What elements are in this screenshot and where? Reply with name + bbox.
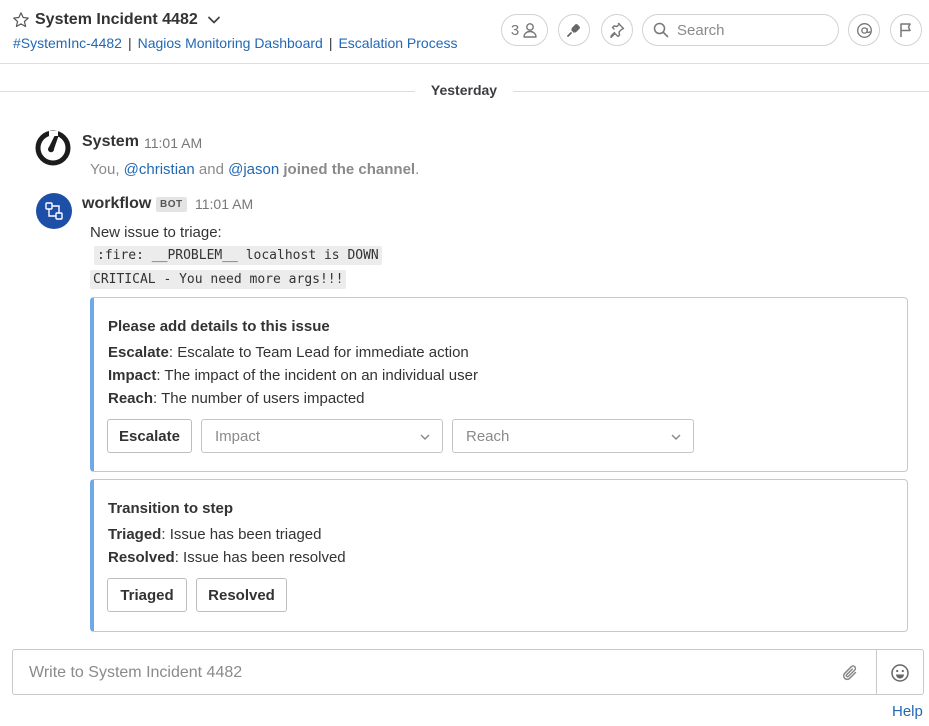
date-separator-label: Yesterday — [430, 82, 498, 98]
field-impact: Impact: The impact of the incident on an… — [108, 367, 478, 384]
post-timestamp[interactable]: 11:01 AM — [144, 135, 202, 151]
escalate-button[interactable]: Escalate — [107, 419, 192, 453]
workflow-message-intro: New issue to triage: — [90, 224, 222, 241]
bot-badge: BOT — [156, 197, 187, 212]
field-name: Escalate — [108, 344, 169, 361]
separator-line — [513, 91, 929, 92]
emoji-icon[interactable] — [890, 663, 910, 683]
resolved-button[interactable]: Resolved — [196, 578, 287, 612]
member-count: 3 — [510, 21, 520, 39]
triaged-button[interactable]: Triaged — [107, 578, 187, 612]
mention-christian[interactable]: @christian — [124, 161, 195, 178]
header-link-nagios[interactable]: Nagios Monitoring Dashboard — [138, 35, 323, 51]
system-avatar[interactable] — [35, 130, 71, 166]
favorite-star-icon[interactable] — [12, 11, 30, 29]
attachment-add-details: Please add details to this issue Escalat… — [90, 297, 908, 472]
post-author-workflow[interactable]: workflow — [82, 195, 151, 213]
composer-placeholder: Write to System Incident 4482 — [29, 664, 243, 681]
paperclip-icon[interactable] — [841, 663, 861, 683]
integrations-button[interactable] — [558, 14, 590, 46]
field-resolved: Resolved: Issue has been resolved — [108, 549, 346, 566]
channel-header: System Incident 4482 #SystemInc-4482 | N… — [0, 0, 929, 64]
field-text: : The impact of the incident on an indiv… — [156, 367, 478, 384]
channel-title-row: System Incident 4482 — [12, 10, 221, 30]
field-text: : The number of users impacted — [153, 390, 365, 407]
field-text: : Issue has been triaged — [161, 526, 322, 543]
workflow-avatar[interactable] — [36, 193, 72, 229]
flag-icon — [898, 22, 914, 38]
system-msg-and: and — [198, 161, 224, 178]
at-mention-icon — [856, 22, 873, 39]
search-input[interactable]: Search — [642, 14, 839, 46]
field-name: Impact — [108, 367, 157, 384]
date-separator: Yesterday — [0, 80, 929, 104]
impact-select-placeholder: Impact — [215, 427, 261, 445]
system-msg-joined: joined the channel — [283, 161, 416, 178]
field-text: : Escalate to Team Lead for immediate ac… — [168, 344, 469, 361]
system-message: You, @christian and @jason joined the ch… — [90, 161, 419, 178]
recent-mentions-button[interactable] — [848, 14, 880, 46]
post-timestamp[interactable]: 11:01 AM — [195, 196, 253, 212]
member-list-button[interactable]: 3 — [501, 14, 548, 46]
mention-jason[interactable]: @jason — [228, 161, 279, 178]
search-icon — [653, 22, 669, 38]
field-name: Triaged — [108, 526, 162, 543]
field-name: Reach — [108, 390, 154, 407]
impact-select[interactable]: Impact — [201, 419, 443, 453]
system-msg-prefix: You, — [90, 161, 120, 178]
composer-divider — [876, 650, 877, 694]
saved-messages-button[interactable] — [890, 14, 922, 46]
post-author-system[interactable]: System — [82, 133, 139, 151]
header-link-escalation[interactable]: Escalation Process — [338, 35, 457, 51]
chevron-down-icon — [670, 431, 682, 443]
channel-header-links: #SystemInc-4482 | Nagios Monitoring Dash… — [13, 35, 458, 51]
link-separator: | — [328, 35, 333, 51]
member-icon — [522, 22, 538, 38]
search-placeholder: Search — [677, 21, 725, 39]
message-composer[interactable]: Write to System Incident 4482 — [12, 649, 924, 695]
plug-icon — [565, 21, 583, 39]
chevron-down-icon[interactable] — [207, 13, 221, 27]
field-reach: Reach: The number of users impacted — [108, 390, 365, 407]
workflow-icon — [45, 202, 63, 220]
field-name: Resolved — [108, 549, 175, 566]
link-separator: | — [127, 35, 132, 51]
code-line-problem: :fire: __PROBLEM__ localhost is DOWN — [94, 246, 382, 265]
reach-select-placeholder: Reach — [466, 427, 510, 445]
mattermost-logo-icon — [35, 130, 71, 166]
attachment-title: Transition to step — [108, 500, 234, 517]
field-escalate: Escalate: Escalate to Team Lead for imme… — [108, 344, 469, 361]
system-msg-period: . — [415, 161, 420, 178]
field-text: : Issue has been resolved — [174, 549, 346, 566]
attachment-transition: Transition to step Triaged: Issue has be… — [90, 479, 908, 632]
pinned-messages-button[interactable] — [601, 14, 633, 46]
attachment-title: Please add details to this issue — [108, 318, 330, 335]
pin-icon — [609, 22, 625, 38]
header-link-channel[interactable]: #SystemInc-4482 — [13, 35, 122, 51]
separator-line — [0, 91, 415, 92]
channel-title[interactable]: System Incident 4482 — [35, 11, 198, 29]
chevron-down-icon — [419, 431, 431, 443]
reach-select[interactable]: Reach — [452, 419, 694, 453]
field-triaged: Triaged: Issue has been triaged — [108, 526, 321, 543]
help-link[interactable]: Help — [892, 703, 923, 720]
code-line-critical: CRITICAL - You need more args!!! — [90, 270, 347, 289]
